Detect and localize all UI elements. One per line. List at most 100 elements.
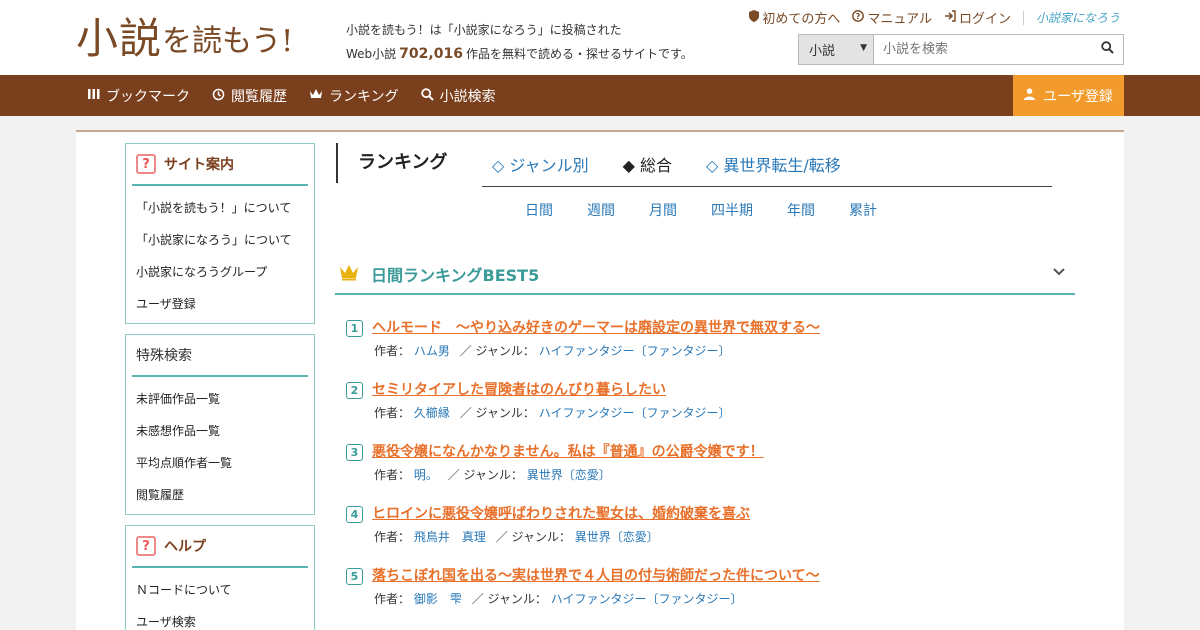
site-tagline: 小説を読もう！は「小説家になろう」に投稿された Web小説 702,016 作品を無… bbox=[346, 18, 693, 66]
sidebar-help-title: ヘルプ bbox=[164, 539, 206, 555]
nav-history-label: 閲覧履歴 bbox=[231, 88, 287, 105]
beginner-link-label: 初めての方へ bbox=[762, 12, 841, 27]
login-link-label: ログイン bbox=[958, 12, 1011, 27]
site-header: 小説 を読もう! 小説を読もう！は「小説家になろう」に投稿された Web小説 70… bbox=[0, 0, 1200, 75]
login-icon bbox=[944, 10, 956, 25]
tagline-line2: Web小説 702,016 作品を無料で読める・探せるサイトです。 bbox=[346, 42, 693, 66]
question-icon: ? bbox=[136, 536, 156, 556]
narou-partner-logo[interactable]: 小説家になろう bbox=[1036, 9, 1120, 26]
divider bbox=[1022, 10, 1024, 25]
sidebar-item-unrated[interactable]: 未評価作品一覧 bbox=[136, 383, 314, 415]
novel-meta: 作者： 久櫛縁 ／ ジャンル： ハイファンタジー〔ファンタジー〕 bbox=[374, 404, 731, 421]
search-button[interactable] bbox=[1091, 35, 1123, 64]
genre-label: ／ ジャンル： bbox=[495, 530, 571, 544]
sidebar-item-about-narou[interactable]: 「小説家になろう」について bbox=[136, 224, 314, 256]
ranking-title: ランキング bbox=[336, 143, 447, 183]
ranking-item: 4 ヒロインに悪役令嬢呼ばわりされた聖女は、婚約破棄を喜ぶ 作者： 飛鳥井 真理… bbox=[346, 502, 1066, 564]
author-link[interactable]: ハム男 bbox=[414, 344, 450, 358]
best5-header[interactable]: 日間ランキングBEST5 bbox=[335, 254, 1075, 295]
nav-ranking[interactable]: ランキング bbox=[309, 86, 399, 106]
crown-icon bbox=[309, 88, 323, 103]
genre-link[interactable]: ハイファンタジー〔ファンタジー〕 bbox=[539, 344, 731, 358]
login-link[interactable]: ログイン bbox=[944, 8, 1011, 27]
author-link[interactable]: 久櫛縁 bbox=[414, 406, 450, 420]
nav-bookmark[interactable]: ブックマーク bbox=[88, 86, 190, 106]
sidebar-item-narou-group[interactable]: 小説家になろうグループ bbox=[136, 256, 314, 288]
svg-text:?: ? bbox=[856, 12, 861, 21]
author-link[interactable]: 明。 bbox=[414, 468, 438, 482]
user-register-button[interactable]: ユーザ登録 bbox=[1013, 75, 1124, 116]
period-daily[interactable]: 日間 bbox=[525, 200, 553, 220]
sidebar-special-search-title: 特殊検索 bbox=[136, 348, 192, 364]
sidebar-special-search-list: 未評価作品一覧 未感想作品一覧 平均点順作者一覧 閲覧履歴 bbox=[126, 377, 314, 513]
author-label: 作者： bbox=[374, 530, 411, 544]
ranking-tabs: ◇ ジャンル別 ◆ 総合 ◇ 異世界転生/転移 bbox=[492, 152, 841, 176]
novel-title-link[interactable]: セミリタイアした冒険者はのんびり暮らしたい bbox=[372, 379, 666, 399]
genre-link[interactable]: 異世界〔恋愛〕 bbox=[575, 530, 659, 544]
period-yearly[interactable]: 年間 bbox=[787, 200, 815, 220]
tab-isekai[interactable]: ◇ 異世界転生/転移 bbox=[706, 152, 841, 176]
period-weekly[interactable]: 週間 bbox=[587, 200, 615, 220]
nav-history[interactable]: 閲覧履歴 bbox=[212, 86, 287, 106]
top-links: 初めての方へ ? マニュアル ログイン 小説家になろう bbox=[749, 8, 1120, 27]
sidebar-item-about-yomou[interactable]: 「小説を読もう！」について bbox=[136, 192, 314, 224]
best5-title: 日間ランキングBEST5 bbox=[371, 265, 540, 285]
rank-number-badge: 5 bbox=[346, 568, 363, 585]
novel-title-link[interactable]: ヘルモード ～やり込み好きのゲーマーは廃設定の異世界で無双する～ bbox=[372, 317, 820, 337]
sidebar-item-history[interactable]: 閲覧履歴 bbox=[136, 479, 314, 511]
author-link[interactable]: 御影 雫 bbox=[414, 592, 462, 606]
period-quarterly[interactable]: 四半期 bbox=[711, 200, 753, 220]
rank-number-badge: 1 bbox=[346, 320, 363, 337]
tab-underline bbox=[482, 186, 1052, 187]
sidebar-site-guide-title: サイト案内 bbox=[164, 157, 234, 173]
sidebar-item-user-search[interactable]: ユーザ検索 bbox=[136, 606, 314, 630]
sidebar-special-search-header: 特殊検索 bbox=[132, 335, 308, 377]
novel-title-link[interactable]: 悪役令嬢になんかなりません。私は『普通』の公爵令嬢です！ bbox=[372, 441, 764, 461]
shield-icon bbox=[749, 10, 760, 25]
ranking-item: 1 ヘルモード ～やり込み好きのゲーマーは廃設定の異世界で無双する～ 作者： ハ… bbox=[346, 316, 1066, 378]
manual-link[interactable]: ? マニュアル bbox=[852, 8, 932, 27]
search-bar: 小説 ▼ bbox=[798, 34, 1124, 65]
genre-link[interactable]: ハイファンタジー〔ファンタジー〕 bbox=[551, 592, 743, 606]
author-label: 作者： bbox=[374, 406, 411, 420]
author-link[interactable]: 飛鳥井 真理 bbox=[414, 530, 486, 544]
genre-link[interactable]: 異世界〔恋愛〕 bbox=[527, 468, 611, 482]
beginner-link[interactable]: 初めての方へ bbox=[749, 8, 840, 27]
site-logo[interactable]: 小説 を読もう! bbox=[76, 12, 293, 62]
search-type-select[interactable]: 小説 ▼ bbox=[799, 35, 874, 64]
history-icon bbox=[212, 88, 225, 104]
sidebar-item-user-register[interactable]: ユーザ登録 bbox=[136, 288, 314, 320]
author-label: 作者： bbox=[374, 468, 411, 482]
tagline-suffix: 作品を無料で読める・探せるサイトです。 bbox=[465, 47, 693, 61]
genre-label: ／ ジャンル： bbox=[447, 468, 523, 482]
novel-meta: 作者： 飛鳥井 真理 ／ ジャンル： 異世界〔恋愛〕 bbox=[374, 528, 659, 545]
nav-novel-search[interactable]: 小説検索 bbox=[420, 86, 496, 106]
help-circle-icon: ? bbox=[852, 10, 865, 25]
tab-genre[interactable]: ◇ ジャンル別 bbox=[492, 152, 589, 176]
question-icon: ? bbox=[136, 154, 156, 174]
sidebar-item-ncode[interactable]: Ｎコードについて bbox=[136, 574, 314, 606]
sidebar-site-guide-list: 「小説を読もう！」について 「小説家になろう」について 小説家になろうグループ … bbox=[126, 186, 314, 322]
tab-overall[interactable]: ◆ 総合 bbox=[623, 152, 672, 176]
search-icon bbox=[420, 87, 434, 104]
novel-meta: 作者： 明。 ／ ジャンル： 異世界〔恋愛〕 bbox=[374, 466, 611, 483]
logo-main-text: 小説 bbox=[76, 14, 163, 63]
nav-ranking-label: ランキング bbox=[329, 88, 399, 105]
genre-link[interactable]: ハイファンタジー〔ファンタジー〕 bbox=[539, 406, 731, 420]
user-register-label: ユーザ登録 bbox=[1043, 88, 1113, 105]
sidebar-item-avg-score-authors[interactable]: 平均点順作者一覧 bbox=[136, 447, 314, 479]
novel-title-link[interactable]: ヒロインに悪役令嬢呼ばわりされた聖女は、婚約破棄を喜ぶ bbox=[372, 503, 750, 523]
period-total[interactable]: 累計 bbox=[849, 200, 877, 220]
search-input[interactable] bbox=[874, 35, 1091, 64]
novel-title-link[interactable]: 落ちこぼれ国を出る～実は世界で４人目の付与術師だった件について～ bbox=[372, 565, 820, 585]
chevron-down-icon[interactable] bbox=[1053, 264, 1065, 280]
work-count: 702,016 bbox=[399, 46, 463, 62]
sidebar-item-no-reviews[interactable]: 未感想作品一覧 bbox=[136, 415, 314, 447]
genre-label: ／ ジャンル： bbox=[471, 592, 547, 606]
ranking-item: 2 セミリタイアした冒険者はのんびり暮らしたい 作者： 久櫛縁 ／ ジャンル： … bbox=[346, 378, 1066, 440]
period-monthly[interactable]: 月間 bbox=[649, 200, 677, 220]
ranking-item: 3 悪役令嬢になんかなりません。私は『普通』の公爵令嬢です！ 作者： 明。 ／ … bbox=[346, 440, 1066, 502]
tagline-line1: 小説を読もう！は「小説家になろう」に投稿された bbox=[346, 23, 622, 37]
sidebar-special-search: 特殊検索 未評価作品一覧 未感想作品一覧 平均点順作者一覧 閲覧履歴 bbox=[125, 334, 315, 515]
rank-number-badge: 3 bbox=[346, 444, 363, 461]
